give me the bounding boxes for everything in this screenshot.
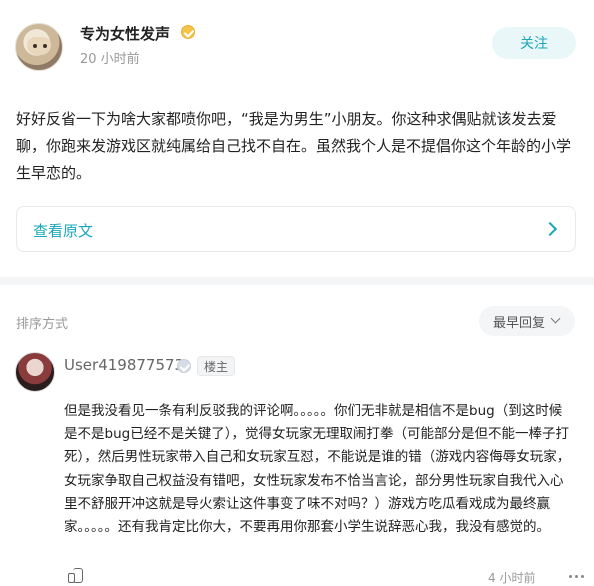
more-dot — [569, 575, 572, 578]
sort-dropdown[interactable]: 最早回复 — [479, 306, 575, 336]
post-content: 好好反省一下为啥大家都喷你吧，“我是为男生”小朋友。你这种求偶贴就该发去爱聊，你… — [16, 110, 572, 182]
avatar-face — [27, 37, 51, 55]
follow-button[interactable]: 关注 — [492, 27, 576, 59]
more-dot — [581, 575, 584, 578]
more-icon[interactable] — [567, 567, 585, 585]
chevron-down-icon — [550, 313, 561, 324]
post-time: 20 小时前 — [80, 52, 140, 67]
more-dot — [575, 575, 578, 578]
comment-time: 4 小时前 — [488, 571, 536, 585]
sort-selected-value: 最早回复 — [493, 316, 546, 331]
author-avatar[interactable] — [15, 23, 63, 71]
chevron-right-icon — [542, 221, 558, 237]
verified-badge-icon — [181, 25, 195, 39]
avatar-eye-right — [43, 44, 47, 48]
view-original-label: 查看原文 — [33, 222, 94, 240]
comment-username[interactable]: User419877573 — [64, 356, 184, 374]
comment-content: 但是我没看见一条有利反驳我的评论啊。。。。。你们无非就是相信不是bug（到这时候… — [64, 403, 571, 536]
avatar-eye-left — [33, 44, 37, 48]
thumb-up-icon[interactable] — [66, 567, 84, 583]
comment-avatar[interactable] — [15, 352, 55, 392]
view-original-button[interactable]: 查看原文 — [16, 206, 576, 252]
op-tag: 楼主 — [197, 356, 235, 376]
sort-label: 排序方式 — [16, 317, 69, 332]
section-divider — [0, 277, 594, 285]
author-name[interactable]: 专为女性发声 — [80, 23, 170, 44]
post-header: 专为女性发声 20 小时前 关注 — [0, 0, 594, 90]
verified-badge-icon — [177, 359, 191, 373]
